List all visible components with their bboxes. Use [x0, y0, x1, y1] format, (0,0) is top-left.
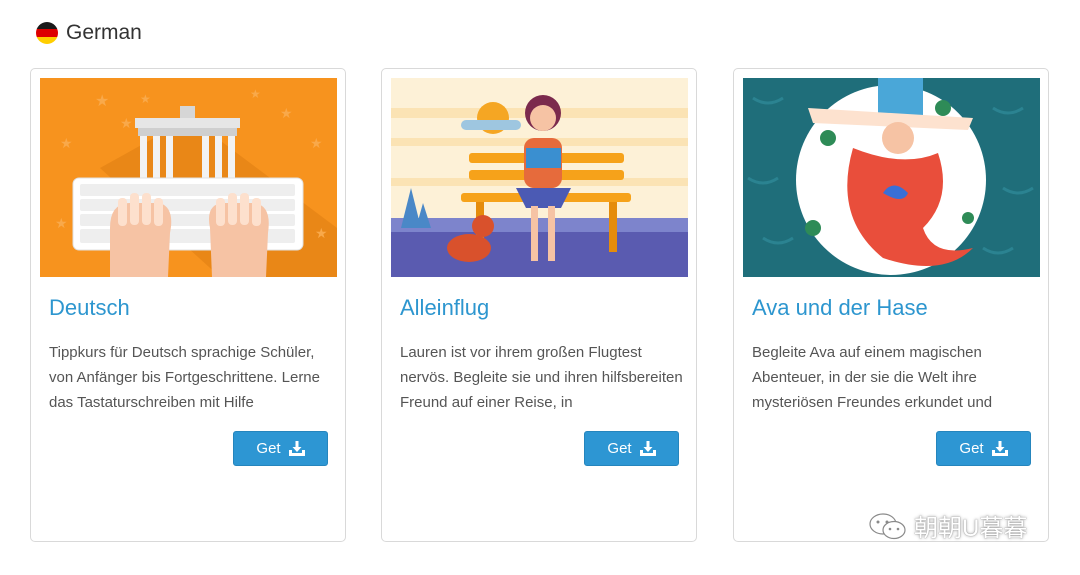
svg-text:★: ★ — [280, 105, 293, 121]
german-flag-icon — [36, 22, 58, 44]
get-button-label: Get — [959, 440, 984, 457]
section-header: German — [36, 18, 142, 48]
ava-and-rabbit-illustration[interactable] — [743, 78, 1040, 277]
get-button-label: Get — [256, 440, 281, 457]
course-card-alleinflug[interactable]: Alleinflug Lauren ist vor ihrem großen F… — [381, 68, 697, 542]
brandenburg-gate-keyboard-illustration[interactable]: ★★ ★★ ★★ ★★ ★★ — [40, 78, 337, 277]
course-card-deutsch[interactable]: ★★ ★★ ★★ ★★ ★★ — [30, 68, 346, 542]
download-icon — [639, 441, 656, 456]
section-title: German — [66, 21, 142, 44]
svg-text:★: ★ — [95, 93, 109, 110]
get-button-label: Get — [607, 440, 632, 457]
card-description: Tippkurs für Deutsch sprachige Schüler, … — [49, 344, 320, 411]
girl-reading-on-bench-illustration[interactable] — [391, 78, 688, 277]
svg-text:★: ★ — [250, 87, 261, 101]
watermark-text: 朝朝U暮暮 — [914, 515, 1028, 542]
download-icon — [991, 441, 1008, 456]
svg-text:★: ★ — [60, 135, 73, 151]
card-description: Begleite Ava auf einem magischen Abenteu… — [752, 344, 993, 411]
svg-text:★: ★ — [120, 115, 133, 131]
svg-text:★: ★ — [310, 135, 323, 151]
watermark: 朝朝U暮暮 — [868, 508, 1027, 543]
card-title[interactable]: Ava und der Hase — [752, 295, 928, 321]
get-button[interactable]: Get — [233, 431, 328, 466]
svg-text:★: ★ — [140, 92, 151, 106]
card-title[interactable]: Alleinflug — [400, 295, 489, 321]
wechat-icon — [868, 511, 908, 541]
get-button[interactable]: Get — [584, 431, 679, 466]
svg-text:★: ★ — [55, 215, 68, 231]
card-description: Lauren ist vor ihrem großen Flugtest ner… — [400, 344, 683, 411]
download-icon — [288, 441, 305, 456]
card-title[interactable]: Deutsch — [49, 295, 130, 321]
svg-text:★: ★ — [315, 225, 328, 241]
course-card-ava-und-der-hase[interactable]: Ava und der Hase Begleite Ava auf einem … — [733, 68, 1049, 542]
get-button[interactable]: Get — [936, 431, 1031, 466]
